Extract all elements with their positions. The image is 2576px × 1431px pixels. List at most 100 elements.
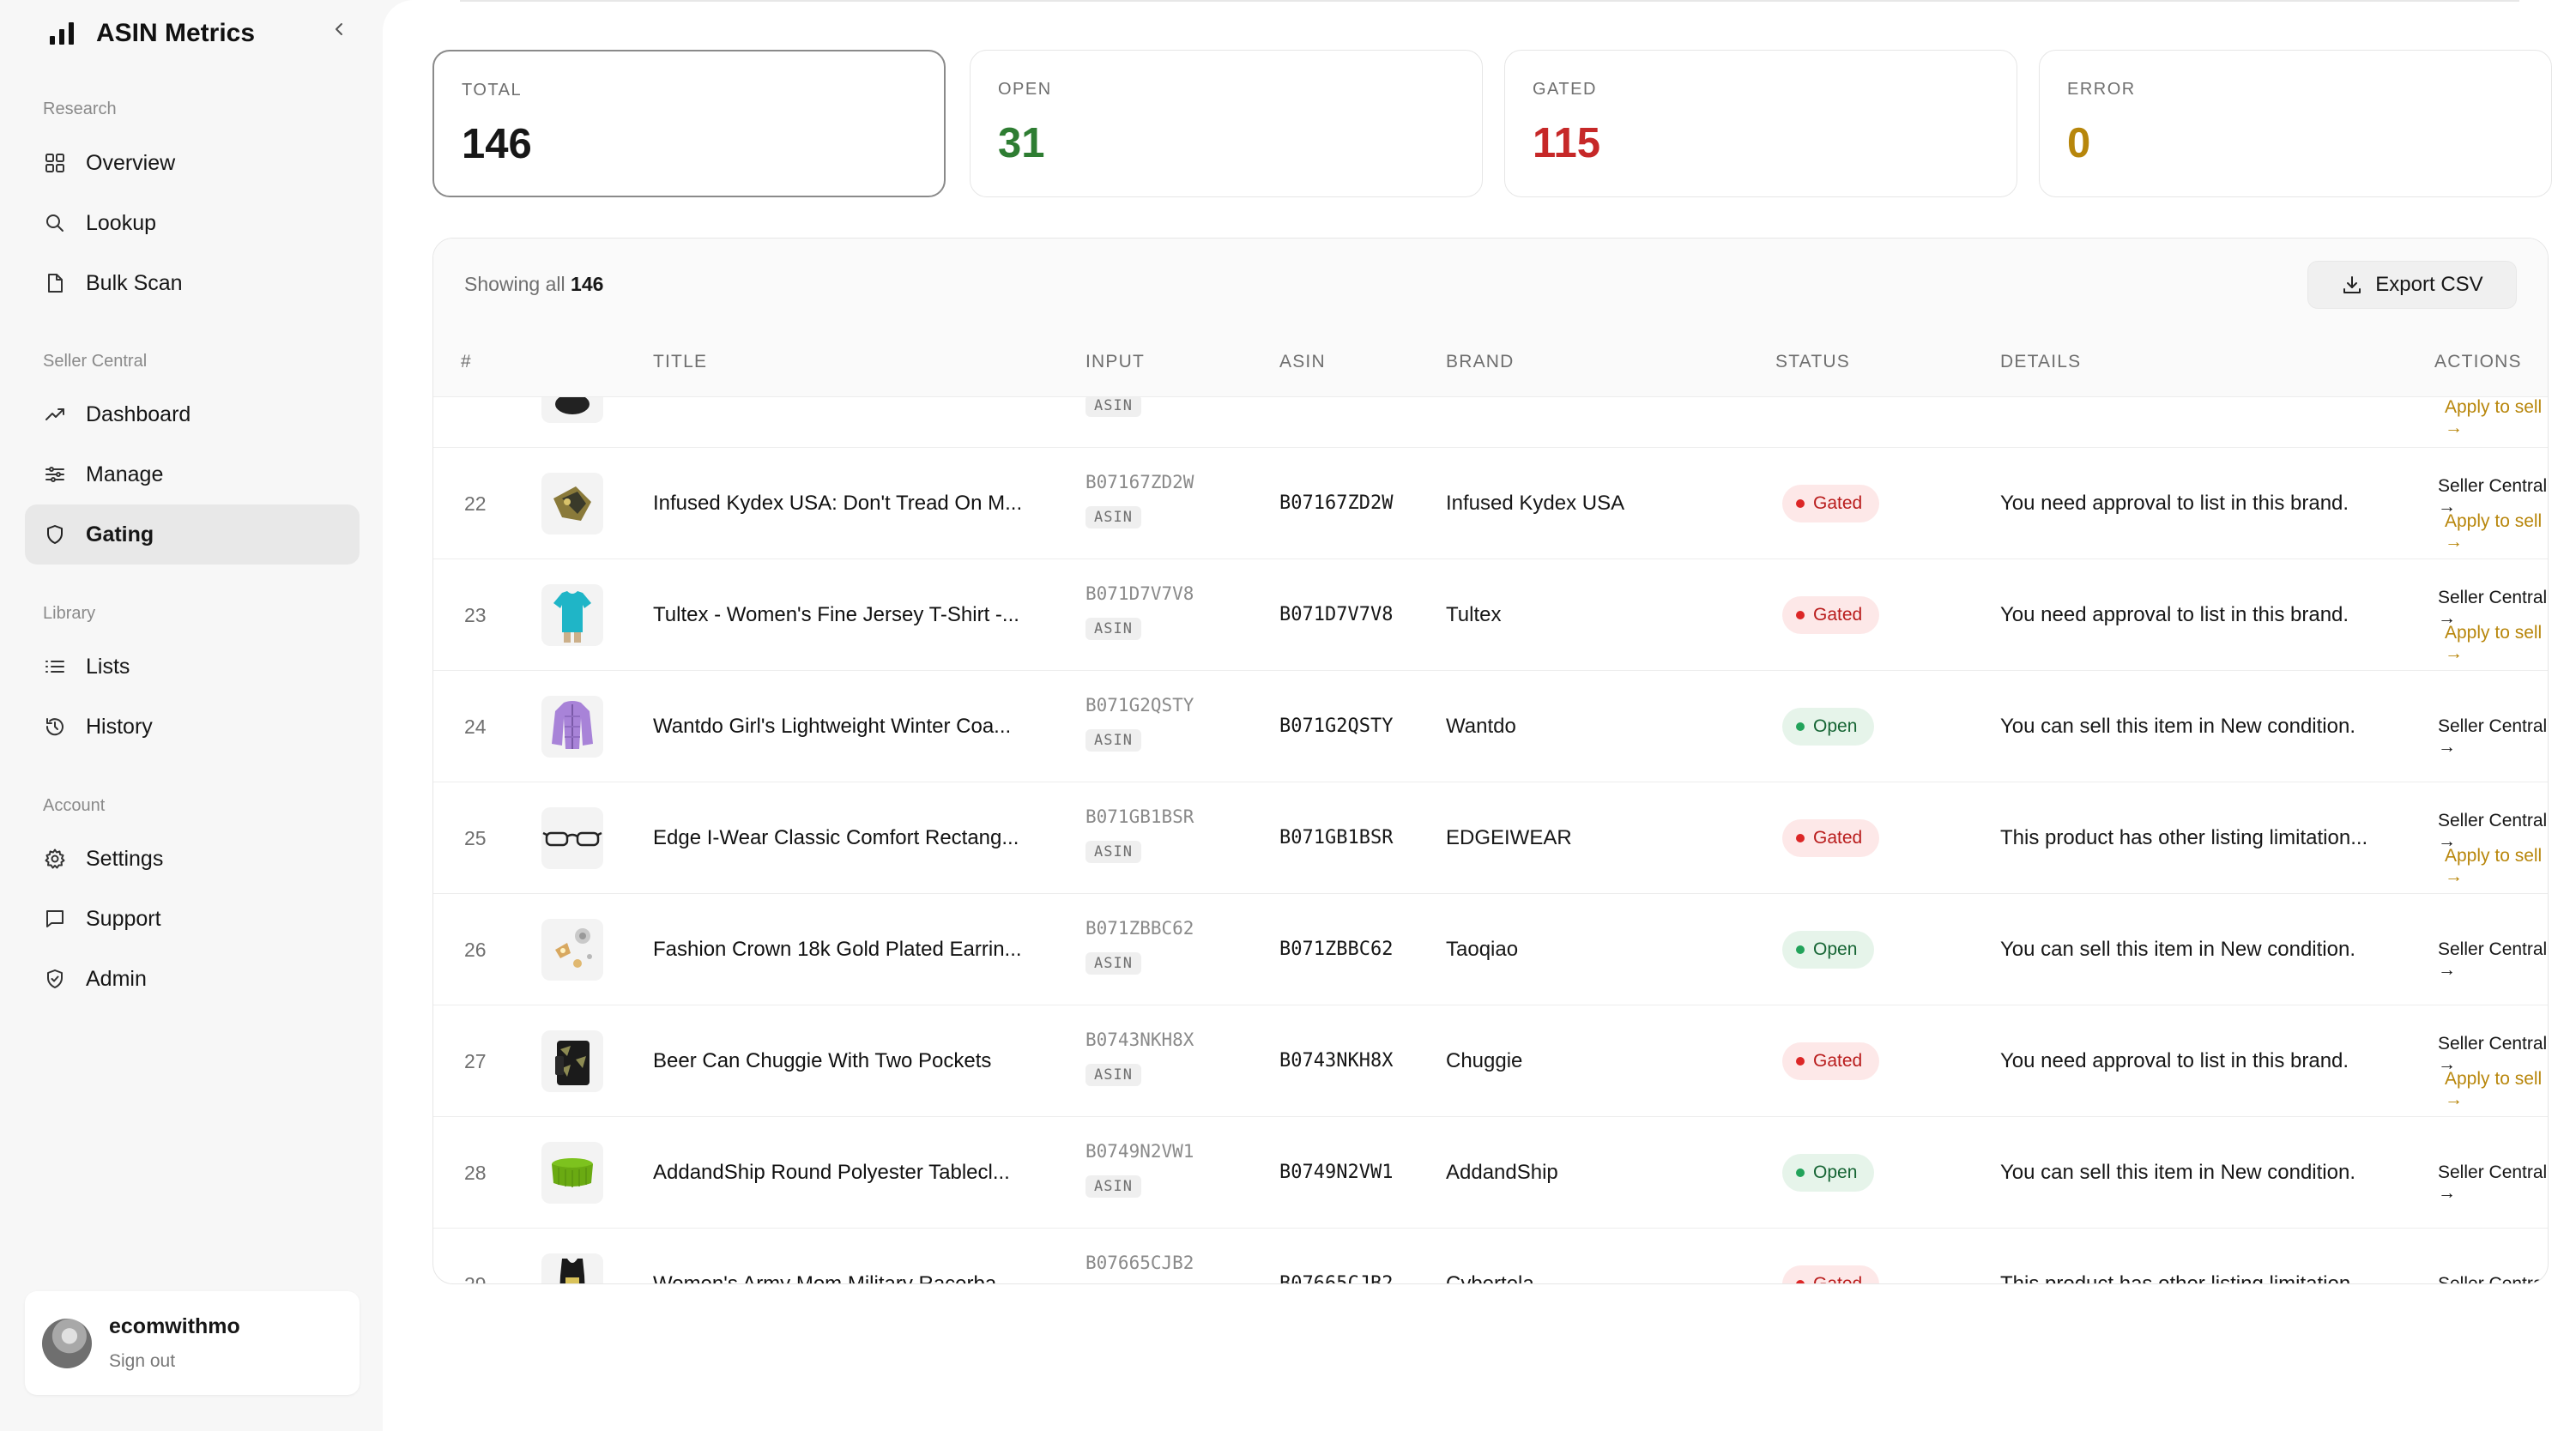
apply-to-sell-link[interactable]: Apply to sell → xyxy=(2445,1069,2548,1110)
status-badge: Gated xyxy=(1782,819,1880,857)
status-badge: Open xyxy=(1782,1154,1875,1192)
product-title[interactable]: AddandShip Round Polyester Tablecl... xyxy=(653,1161,1065,1185)
grid-icon xyxy=(43,151,67,175)
product-title[interactable]: Edge I-Wear Classic Comfort Rectang... xyxy=(653,826,1065,850)
status-dot xyxy=(1796,1168,1805,1177)
sidebar-item-settings[interactable]: Settings xyxy=(25,829,360,889)
product-thumbnail[interactable] xyxy=(541,1142,603,1204)
export-csv-button[interactable]: Export CSV xyxy=(2307,261,2517,309)
details-text: You need approval to list in this brand. xyxy=(2000,492,2349,515)
apply-to-sell-link[interactable]: Apply to sell → xyxy=(2445,623,2548,664)
product-thumbnail[interactable] xyxy=(541,807,603,869)
sidebar-item-label: Bulk Scan xyxy=(86,270,183,295)
sidebar-item-dashboard[interactable]: Dashboard xyxy=(25,384,360,444)
section-label-research: Research xyxy=(43,100,117,118)
sidebar-item-label: Manage xyxy=(86,462,164,486)
product-title[interactable]: Tultex - Women's Fine Jersey T-Shirt -..… xyxy=(653,603,1065,627)
product-thumbnail[interactable] xyxy=(541,919,603,981)
asin-type-tag: ASIN xyxy=(1085,397,1141,417)
asin-value[interactable]: B0743NKH8X xyxy=(1279,1050,1393,1072)
details-text: You can sell this item in New condition. xyxy=(2000,938,2355,961)
bar-chart-icon xyxy=(48,21,77,46)
brand[interactable]: ASIN Metrics xyxy=(48,14,255,53)
status-label: Gated xyxy=(1813,1051,1863,1071)
product-title[interactable]: Infused Kydex USA: Don't Tread On M... xyxy=(653,492,1065,516)
apply-to-sell-link[interactable]: Apply to sell → xyxy=(2445,846,2548,887)
stat-value: 115 xyxy=(1533,120,1601,166)
shield-icon xyxy=(43,522,67,546)
status-badge: Open xyxy=(1782,708,1875,746)
apply-to-sell-link[interactable]: Apply to sell → xyxy=(2445,511,2548,552)
brand-name: Infused Kydex USA xyxy=(1446,492,1625,515)
product-thumbnail[interactable] xyxy=(541,397,603,423)
table-row[interactable]: 27 Beer Can Chuggie With Two Pockets B0743… xyxy=(433,1005,2548,1117)
stat-card-error[interactable]: ERROR 0 xyxy=(2039,50,2552,197)
column-header-details[interactable]: DETAILS xyxy=(2000,352,2081,372)
input-value: B071D7V7V8 xyxy=(1085,583,1194,604)
stat-label: TOTAL xyxy=(462,81,523,100)
shield-check-icon xyxy=(43,967,67,991)
seller-central-link[interactable]: Seller Central → xyxy=(2438,1274,2548,1283)
sidebar-item-admin[interactable]: Admin xyxy=(25,949,360,1009)
table-row[interactable]: 29 Women's Army Mom Military Racerba... B0… xyxy=(433,1229,2548,1283)
seller-central-link[interactable]: Seller Central → xyxy=(2438,939,2548,981)
showing-count: Showing all 146 xyxy=(464,273,603,296)
column-header-input[interactable]: INPUT xyxy=(1085,352,1145,372)
product-thumbnail[interactable] xyxy=(541,1253,603,1283)
apply-to-sell-link[interactable]: Apply to sell → xyxy=(2445,397,2548,438)
sidebar-item-lookup[interactable]: Lookup xyxy=(25,193,360,253)
table-row[interactable]: 25 Edge I-Wear Classic Comfort Rectang...… xyxy=(433,782,2548,894)
table-row[interactable]: 26 Fashion Crown 18k Gold Plated Earrin..… xyxy=(433,894,2548,1005)
asin-value[interactable]: B071GB1BSR xyxy=(1279,827,1393,848)
asin-value[interactable]: B071G2QSTY xyxy=(1279,716,1393,737)
list-icon xyxy=(43,655,67,679)
sign-out-link[interactable]: Sign out xyxy=(109,1351,175,1372)
sidebar-item-lists[interactable]: Lists xyxy=(25,637,360,697)
table-row[interactable]: 22 Infused Kydex USA: Don't Tread On M...… xyxy=(433,448,2548,559)
product-thumbnail[interactable] xyxy=(541,473,603,534)
seller-central-link[interactable]: Seller Central → xyxy=(2438,716,2548,758)
sidebar-item-manage[interactable]: Manage xyxy=(25,444,360,504)
table-row[interactable]: 24 Wantdo Girl's Lightweight Winter Coa..… xyxy=(433,671,2548,782)
main-content: TOTAL 146 OPEN 31 GATED 115 ERROR 0 Show… xyxy=(383,0,2576,1431)
sidebar-item-gating[interactable]: Gating xyxy=(25,504,360,565)
asin-value[interactable]: B07167ZD2W xyxy=(1279,492,1393,514)
column-header-brand[interactable]: BRAND xyxy=(1446,352,1515,372)
table-row[interactable]: 23 Tultex - Women's Fine Jersey T-Shirt -… xyxy=(433,559,2548,671)
stat-card-open[interactable]: OPEN 31 xyxy=(970,50,1483,197)
column-header-status[interactable]: STATUS xyxy=(1775,352,1850,372)
sidebar-item-history[interactable]: History xyxy=(25,697,360,757)
stat-card-gated[interactable]: GATED 115 xyxy=(1504,50,2017,197)
column-header-number: # xyxy=(461,352,472,371)
seller-central-link[interactable]: Seller Central → xyxy=(2438,1162,2548,1204)
product-title[interactable]: Wantdo Girl's Lightweight Winter Coa... xyxy=(653,715,1065,739)
status-dot xyxy=(1796,611,1805,619)
product-title[interactable]: Beer Can Chuggie With Two Pockets xyxy=(653,1049,1065,1073)
stat-label: OPEN xyxy=(998,80,1052,99)
sidebar-item-bulk-scan[interactable]: Bulk Scan xyxy=(25,253,360,313)
product-title[interactable]: Women's Army Mom Military Racerba... xyxy=(653,1272,1065,1283)
column-header-asin[interactable]: ASIN xyxy=(1279,352,1326,372)
table-row[interactable]: 28 AddandShip Round Polyester Tablecl... B… xyxy=(433,1117,2548,1229)
sidebar-item-overview[interactable]: Overview xyxy=(25,133,360,193)
table-body: ASIN Apply to sell → 22 Infused Kydex USA: … xyxy=(433,397,2548,1283)
asin-value[interactable]: B0749N2VW1 xyxy=(1279,1162,1393,1183)
product-thumbnail[interactable] xyxy=(541,696,603,758)
product-thumbnail[interactable] xyxy=(541,584,603,646)
status-badge: Gated xyxy=(1782,1042,1880,1080)
row-number: 22 xyxy=(464,492,487,515)
input-value: B0743NKH8X xyxy=(1085,1029,1194,1050)
stat-card-total[interactable]: TOTAL 146 xyxy=(432,50,946,197)
asin-value[interactable]: B071ZBBC62 xyxy=(1279,939,1393,960)
user-card[interactable]: ecomwithmo Sign out xyxy=(25,1291,360,1395)
column-header-title[interactable]: TITLE xyxy=(653,352,707,372)
table-row[interactable]: ASIN Apply to sell → xyxy=(433,397,2548,448)
product-title[interactable]: Fashion Crown 18k Gold Plated Earrin... xyxy=(653,938,1065,962)
sidebar-item-support[interactable]: Support xyxy=(25,889,360,949)
product-thumbnail[interactable] xyxy=(541,1030,603,1092)
asin-value[interactable]: B071D7V7V8 xyxy=(1279,604,1393,625)
asin-value[interactable]: B07665CJB2 xyxy=(1279,1273,1393,1283)
sidebar-item-label: Lookup xyxy=(86,210,157,235)
details-text: You can sell this item in New condition. xyxy=(2000,1161,2355,1184)
collapse-sidebar-button[interactable] xyxy=(324,14,355,45)
